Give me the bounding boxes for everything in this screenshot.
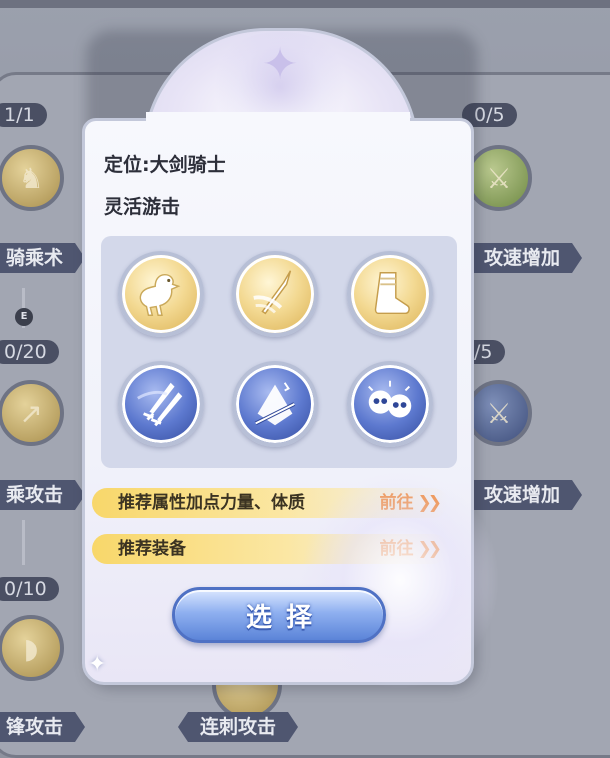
skill-spear-slash[interactable] bbox=[232, 251, 318, 337]
skill-node[interactable]: ↗ bbox=[0, 380, 64, 446]
recommend-attributes-row[interactable]: 推荐属性加点力量、体质 前往 ❯❯ bbox=[92, 488, 448, 518]
sparkle-icon: ✦ bbox=[88, 652, 107, 677]
chocobo-mount-icon bbox=[139, 273, 181, 316]
skill-chocobo-mount[interactable] bbox=[118, 251, 204, 337]
skill-node[interactable]: ♞ bbox=[0, 145, 64, 211]
goto-link[interactable]: 前往 ❯❯ bbox=[379, 534, 442, 564]
top-bar bbox=[0, 0, 610, 8]
double-chevron-icon: ❯❯ bbox=[417, 493, 442, 513]
double-skull-icon bbox=[368, 380, 412, 418]
double-chevron-icon: ❯❯ bbox=[417, 539, 442, 559]
crown-join bbox=[146, 112, 410, 124]
spear-slash-icon bbox=[253, 270, 292, 315]
recommend-attributes-text: 推荐属性加点力量、体质 bbox=[118, 493, 305, 513]
recommend-equipment-text: 推荐装备 bbox=[118, 539, 186, 559]
chocobo-icon: ♞ bbox=[18, 161, 44, 195]
goto-label: 前往 bbox=[379, 539, 414, 559]
role-title: 定位:大剑骑士 bbox=[104, 154, 226, 176]
sword-icon: ⚔ bbox=[486, 161, 512, 195]
select-button[interactable]: 选择 bbox=[172, 587, 386, 643]
skill-counter: 0/20 bbox=[0, 340, 59, 364]
goto-label: 前往 bbox=[379, 493, 414, 513]
connector-line bbox=[22, 520, 25, 565]
skill-label[interactable]: 连刺攻击 bbox=[178, 712, 298, 742]
skill-counter: 1/1 bbox=[0, 103, 47, 127]
skill-double-sword[interactable] bbox=[118, 361, 204, 447]
skill-label[interactable]: 攻速增加 bbox=[462, 243, 582, 273]
double-sword-icon bbox=[137, 382, 183, 427]
boot-icon bbox=[374, 272, 410, 315]
skill-blade-shield[interactable] bbox=[232, 361, 318, 447]
skill-node[interactable]: ◗ bbox=[0, 615, 64, 681]
sword-icon: ⚔ bbox=[486, 396, 512, 430]
spear-icon: ↗ bbox=[19, 396, 43, 430]
skill-label[interactable]: 骑乘术 bbox=[0, 243, 85, 273]
boot-icon: ◗ bbox=[23, 631, 39, 665]
skill-counter: 0/10 bbox=[0, 577, 59, 601]
skill-double-skull[interactable] bbox=[347, 361, 433, 447]
skill-label[interactable]: 乘攻击 bbox=[0, 480, 85, 510]
select-button-label: 选择 bbox=[245, 602, 326, 633]
skill-label[interactable]: 锋攻击 bbox=[0, 712, 85, 742]
skill-label[interactable]: 攻速增加 bbox=[462, 480, 582, 510]
compass-star-icon: ✦ bbox=[261, 39, 299, 90]
role-subtitle: 灵活游击 bbox=[104, 196, 181, 218]
blade-shield-icon bbox=[254, 382, 296, 426]
goto-link[interactable]: 前往 ❯❯ bbox=[379, 488, 442, 518]
recommend-equipment-row[interactable]: 推荐装备 前往 ❯❯ bbox=[92, 534, 448, 564]
e-marker: E bbox=[15, 308, 33, 326]
skill-boot[interactable] bbox=[347, 251, 433, 337]
